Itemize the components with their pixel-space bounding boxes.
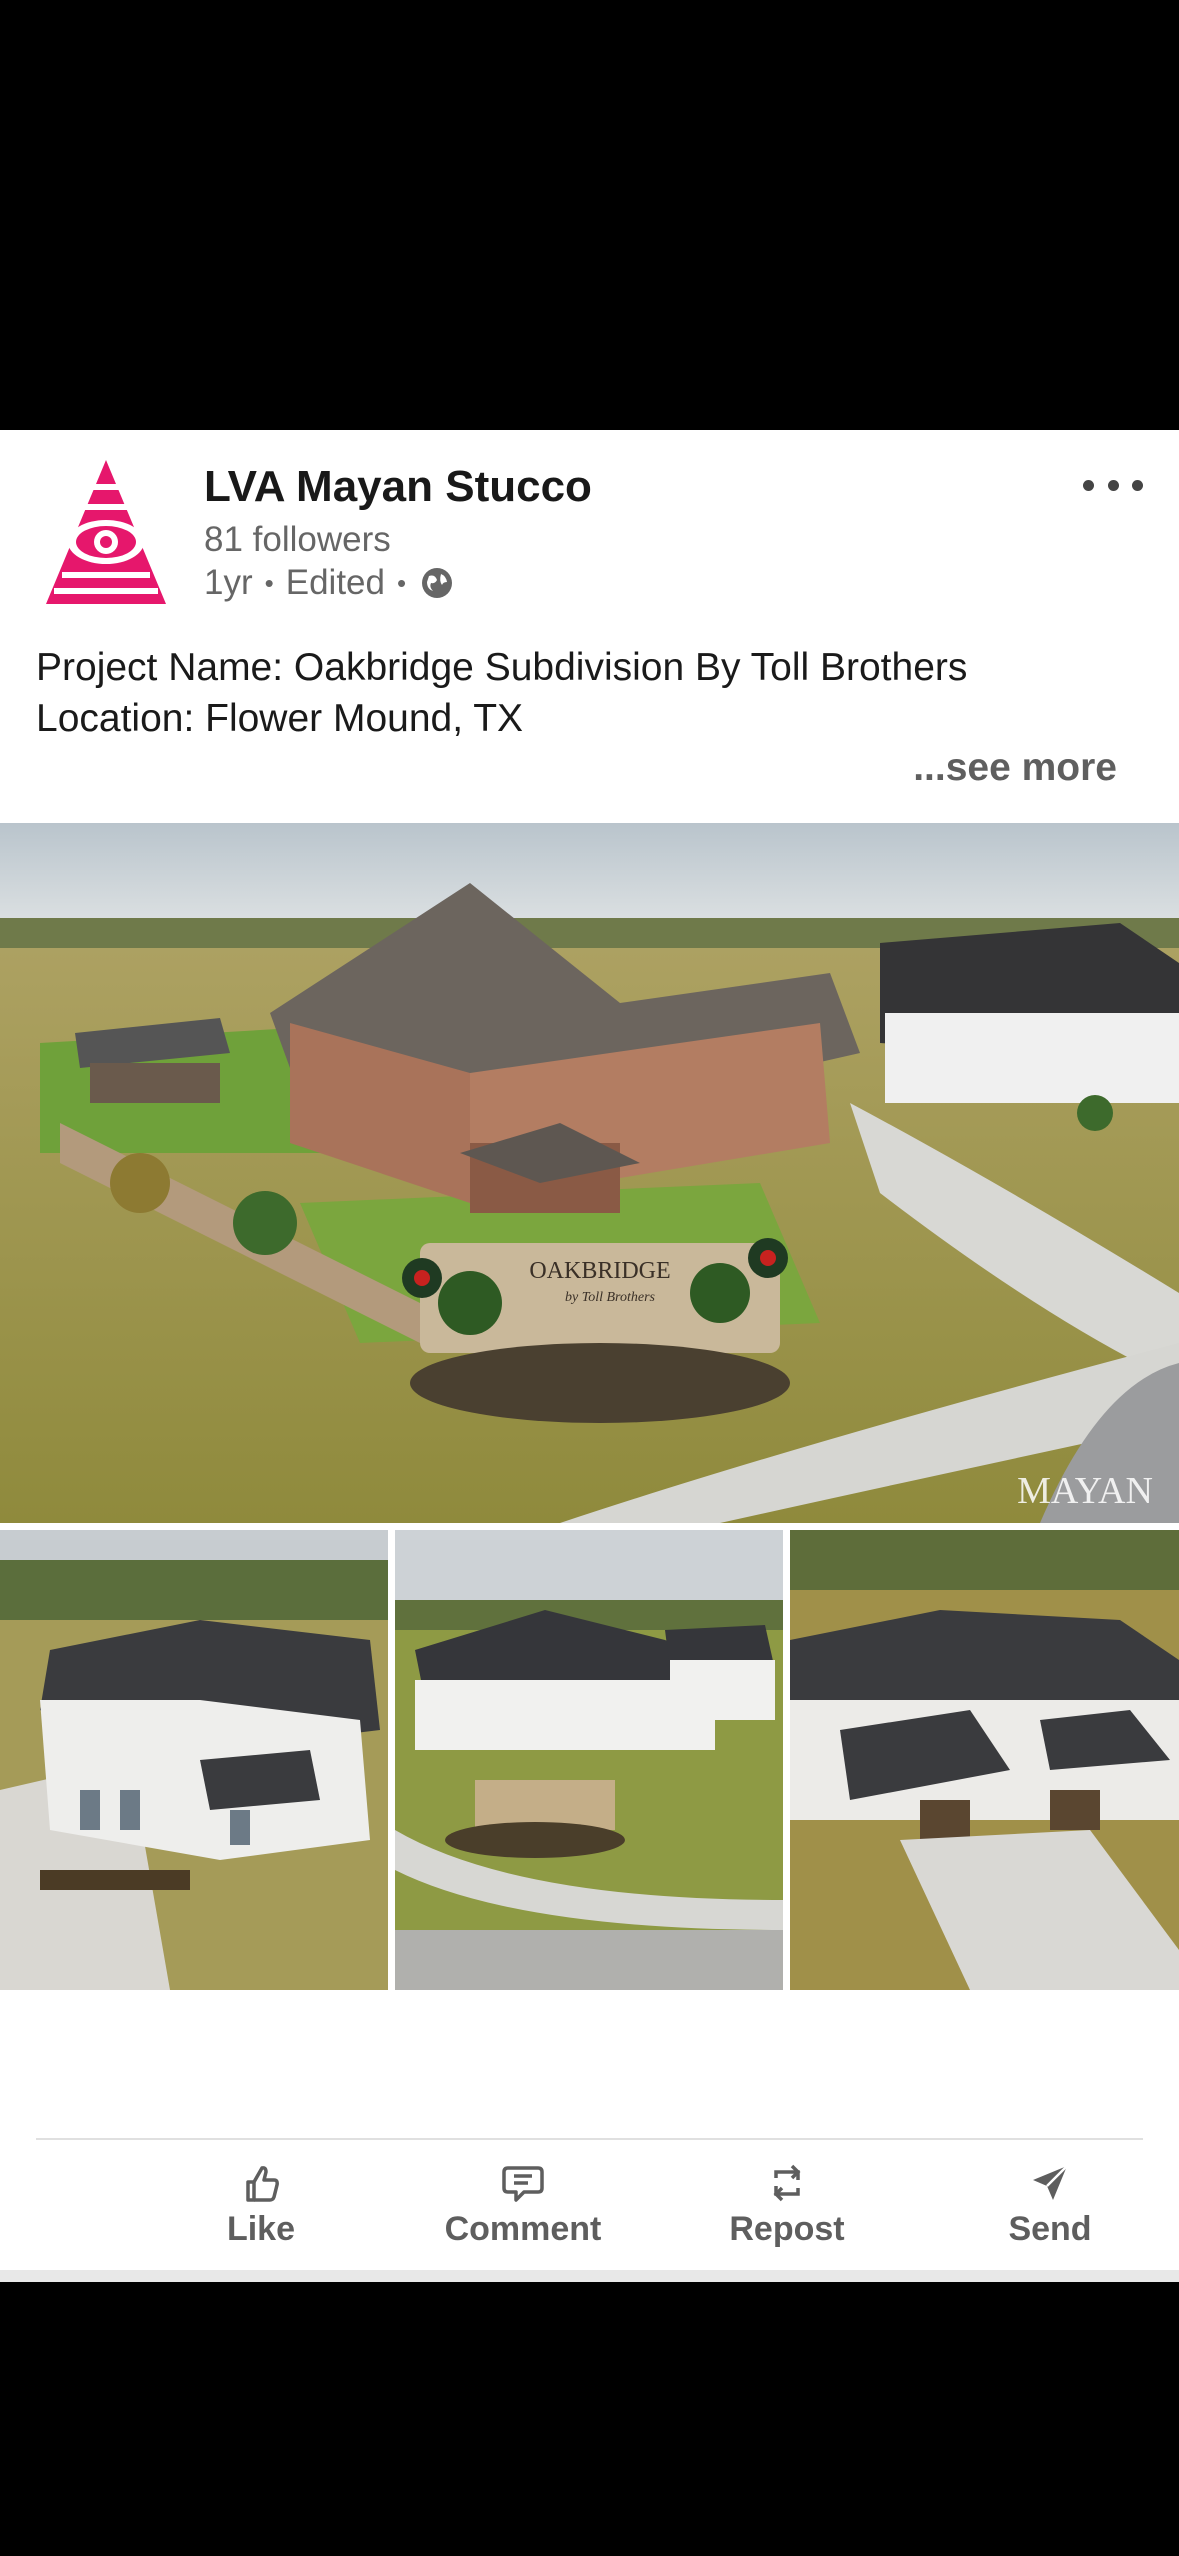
post-card: LVA Mayan Stucco 81 followers 1yr • Edit… (0, 430, 1179, 2282)
edited-label: Edited (285, 563, 385, 602)
sign-text: OAKBRIDGE (529, 1258, 670, 1284)
thumbnail-row (0, 1530, 1179, 1990)
comment-bubble-icon (502, 2166, 544, 2202)
post-meta: 1yr • Edited • (204, 563, 454, 603)
repost-icon (773, 2164, 801, 2202)
thumbs-up-icon (246, 2166, 279, 2202)
sign-subtext: by Toll Brothers (565, 1290, 656, 1305)
author-name[interactable]: LVA Mayan Stucco (204, 462, 592, 512)
more-options-icon[interactable] (1083, 470, 1143, 500)
post-text-line: Location: Flower Mound, TX (36, 697, 524, 740)
thumbnail-image-2[interactable] (395, 1530, 783, 1990)
dot (1083, 479, 1094, 491)
screen: LVA Mayan Stucco 81 followers 1yr • Edit… (0, 0, 1179, 2556)
company-logo[interactable] (42, 456, 170, 608)
aerial-house-photo: OAKBRIDGE by Toll Brothers MAYAN (0, 823, 1179, 1523)
main-post-image[interactable]: OAKBRIDGE by Toll Brothers MAYAN (0, 823, 1179, 1523)
repost-label: Repost (729, 2210, 845, 2248)
follower-count: 81 followers (204, 520, 391, 559)
card-bottom-border (0, 2270, 1179, 2282)
divider (36, 2138, 1143, 2140)
thumbnail-image-1[interactable] (0, 1530, 388, 1990)
action-bar: Like Comment Repost Send (0, 2160, 1179, 2260)
globe-icon (422, 568, 453, 598)
send-button[interactable]: Send (950, 2160, 1150, 2249)
dot (1132, 479, 1143, 491)
like-button[interactable]: Like (161, 2160, 361, 2249)
send-label: Send (1008, 2210, 1092, 2248)
watermark-text: MAYAN (1017, 1470, 1153, 1512)
meta-separator: • (396, 567, 407, 598)
dot (1107, 479, 1119, 491)
white-house-rear-photo (395, 1530, 783, 1990)
post-age: 1yr (204, 563, 253, 602)
white-house-photo (0, 1530, 388, 1990)
white-house-garage-photo (790, 1530, 1179, 1990)
post-text-line: Project Name: Oakbridge Subdivision By T… (36, 646, 968, 689)
meta-separator: • (264, 567, 274, 598)
repost-button[interactable]: Repost (687, 2160, 887, 2249)
see-more-link[interactable]: ...see more (913, 746, 1117, 790)
like-label: Like (226, 2210, 296, 2248)
post-text: Project Name: Oakbridge Subdivision By T… (36, 642, 1139, 744)
comment-button[interactable]: Comment (423, 2160, 623, 2249)
send-icon (1033, 2165, 1068, 2200)
comment-label: Comment (444, 2210, 602, 2248)
thumbnail-image-3[interactable] (790, 1530, 1179, 1990)
